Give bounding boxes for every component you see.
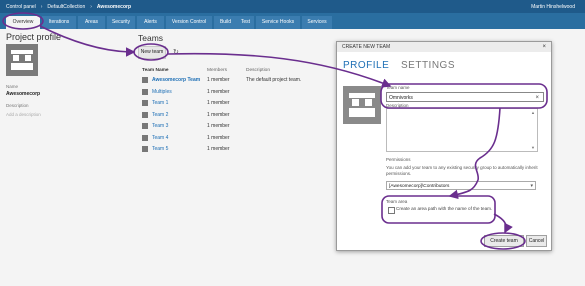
table-row[interactable]: Team 3 1 member xyxy=(142,122,332,131)
team-name[interactable]: Team 5 xyxy=(152,146,168,152)
table-row[interactable]: Awesomecorp Team 1 member The default pr… xyxy=(142,76,332,85)
breadcrumb-separator: › xyxy=(40,4,43,10)
table-row[interactable]: Team 4 1 member xyxy=(142,134,332,143)
team-name-input[interactable]: Omnivorks × xyxy=(386,92,544,102)
table-row[interactable]: Team 2 1 member xyxy=(142,111,332,120)
scroll-down-icon[interactable]: ▼ xyxy=(531,145,535,150)
breadcrumb-separator: › xyxy=(90,4,92,10)
column-header-team-name[interactable]: Team Name xyxy=(142,68,169,73)
scroll-up-icon[interactable]: ▲ xyxy=(531,110,535,115)
tab-service-hooks[interactable]: Service Hooks xyxy=(256,16,301,29)
team-name[interactable]: Team 3 xyxy=(152,123,168,129)
team-name-value: Omnivorks xyxy=(389,95,413,101)
project-avatar xyxy=(6,44,38,76)
description-textarea[interactable]: ▲ ▼ xyxy=(386,108,538,152)
column-header-description[interactable]: Description xyxy=(246,68,270,73)
create-area-checkbox-label[interactable]: Create an area path with the name of the… xyxy=(396,206,492,211)
team-icon xyxy=(142,112,148,118)
project-icon xyxy=(11,50,33,70)
breadcrumb-collection[interactable]: DefaultCollection xyxy=(47,4,85,10)
team-members: 1 member xyxy=(207,112,230,118)
team-avatar-icon xyxy=(349,93,375,117)
team-members: 1 member xyxy=(207,100,230,106)
team-members: 1 member xyxy=(207,135,230,141)
close-icon[interactable]: × xyxy=(542,42,546,52)
team-avatar[interactable] xyxy=(343,86,381,124)
tab-alerts[interactable]: Alerts xyxy=(137,16,165,29)
breadcrumb: Control panel › DefaultCollection › Awes… xyxy=(6,4,131,10)
team-icon xyxy=(142,146,148,152)
team-name[interactable]: Team 2 xyxy=(152,112,168,118)
permissions-value: [Awesomecorp]\Contributors xyxy=(389,184,450,189)
teams-heading: Teams xyxy=(138,33,164,43)
tab-iterations[interactable]: Iterations xyxy=(42,16,77,29)
table-row[interactable]: Multiples 1 member xyxy=(142,88,332,97)
team-name-label: Team name xyxy=(386,85,410,90)
description-label: Description xyxy=(6,103,29,108)
tab-services[interactable]: Services xyxy=(302,16,333,29)
breadcrumb-project[interactable]: Awesomecorp xyxy=(97,4,131,10)
team-icon xyxy=(142,89,148,95)
team-name[interactable]: Multiples xyxy=(152,89,172,95)
cancel-button[interactable]: Cancel xyxy=(526,235,547,247)
team-members: 1 member xyxy=(207,146,230,152)
tab-build[interactable]: Build xyxy=(214,16,238,29)
permissions-label: Permissions xyxy=(386,157,411,162)
team-icon xyxy=(142,135,148,141)
permissions-select[interactable]: [Awesomecorp]\Contributors ▾ xyxy=(386,181,536,190)
team-members: 1 member xyxy=(207,77,230,83)
team-icon xyxy=(142,100,148,106)
tab-test[interactable]: Test xyxy=(237,16,255,29)
tab-version-control[interactable]: Version Control xyxy=(166,16,213,29)
team-members: 1 member xyxy=(207,89,230,95)
top-bar: Control panel › DefaultCollection › Awes… xyxy=(0,0,585,13)
page-title: Project profile xyxy=(6,32,62,42)
team-members: 1 member xyxy=(207,123,230,129)
chevron-down-icon: ▾ xyxy=(530,183,533,189)
tab-areas[interactable]: Areas xyxy=(78,16,106,29)
team-name[interactable]: Team 4 xyxy=(152,135,168,141)
table-row[interactable]: Team 1 1 member xyxy=(142,99,332,108)
table-row[interactable]: Team 5 1 member xyxy=(142,145,332,154)
permissions-help-text: You can add your team to any existing se… xyxy=(386,165,538,176)
clear-icon[interactable]: × xyxy=(535,93,539,103)
user-name[interactable]: Martin Hinshelwood xyxy=(531,4,575,10)
project-name: Awesomecorp xyxy=(6,91,41,97)
admin-tab-strip: Overview Iterations Areas Security Alert… xyxy=(0,13,585,29)
team-icon xyxy=(142,77,148,83)
tab-settings[interactable]: SETTINGS xyxy=(401,60,455,71)
tab-security[interactable]: Security xyxy=(107,16,136,29)
description-placeholder[interactable]: Add a description xyxy=(6,112,41,117)
dialog-header: CREATE NEW TEAM × xyxy=(337,42,551,52)
refresh-icon[interactable]: ↻ xyxy=(173,48,179,56)
name-label: Name xyxy=(6,84,19,89)
team-name[interactable]: Team 1 xyxy=(152,100,168,106)
create-area-checkbox[interactable] xyxy=(388,207,395,214)
create-team-button[interactable]: Create team xyxy=(484,235,524,247)
tab-profile[interactable]: PROFILE xyxy=(343,60,389,71)
tab-overview[interactable]: Overview xyxy=(6,16,41,29)
team-area-label: Team area xyxy=(386,199,408,204)
dialog-title: CREATE NEW TEAM xyxy=(342,44,391,50)
team-description: The default project team. xyxy=(246,77,302,83)
breadcrumb-control-panel[interactable]: Control panel xyxy=(6,4,36,10)
new-team-button[interactable]: New team xyxy=(138,46,166,59)
team-icon xyxy=(142,123,148,129)
team-name[interactable]: Awesomecorp Team xyxy=(152,77,200,83)
column-header-members[interactable]: Members xyxy=(207,68,227,73)
create-team-dialog: CREATE NEW TEAM × PROFILE SETTINGS Team … xyxy=(336,41,552,251)
